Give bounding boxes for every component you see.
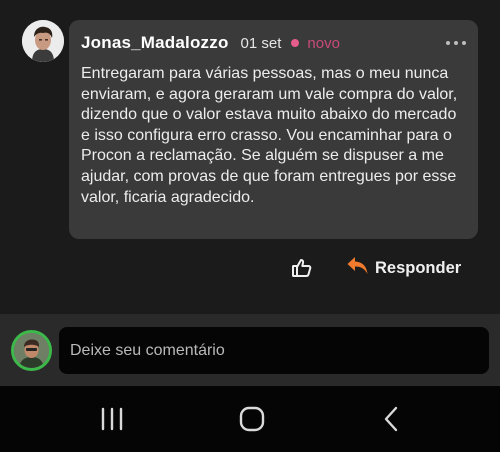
comment-input[interactable]: Deixe seu comentário — [59, 327, 489, 374]
thumbs-up-icon[interactable] — [290, 256, 314, 280]
author-avatar[interactable] — [22, 20, 64, 62]
back-icon[interactable] — [352, 386, 432, 452]
comment-date: 01 set — [240, 34, 282, 52]
comment-actions: Responder — [0, 254, 500, 282]
more-options-icon[interactable] — [446, 33, 466, 53]
reply-arrow-icon — [346, 255, 370, 282]
comment-thread: Jonas_Madalozzo 01 set novo Entregaram p… — [0, 0, 500, 314]
system-nav-bar — [0, 386, 500, 452]
reply-button[interactable]: Responder — [346, 254, 461, 282]
reply-label: Responder — [375, 258, 462, 277]
author-name[interactable]: Jonas_Madalozzo — [81, 33, 229, 53]
comment-composer: Deixe seu comentário — [0, 314, 500, 386]
recent-apps-icon[interactable] — [72, 386, 152, 452]
home-icon[interactable] — [212, 386, 292, 452]
new-indicator-dot — [291, 39, 300, 47]
comment-bubble: Jonas_Madalozzo 01 set novo Entregaram p… — [69, 20, 478, 239]
user-avatar[interactable] — [11, 330, 52, 371]
comment-text: Entregaram para várias pessoas, mas o me… — [81, 65, 458, 206]
new-badge: novo — [307, 34, 340, 52]
comment-meta: Jonas_Madalozzo 01 set novo — [81, 32, 464, 54]
